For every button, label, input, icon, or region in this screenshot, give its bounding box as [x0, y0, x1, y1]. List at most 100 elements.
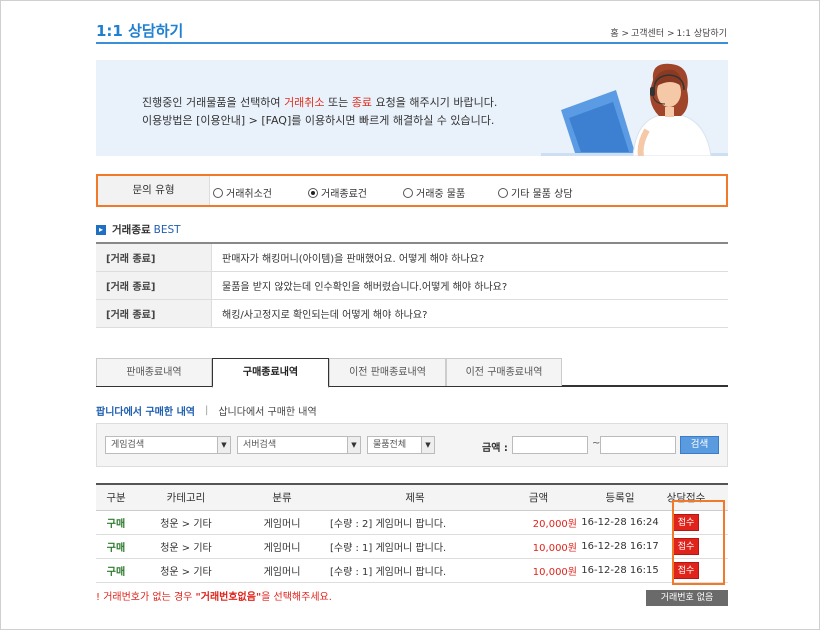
filter-panel: 게임검색 ▼ 서버검색 ▼ 물품전체 ▼ 금액 : ~ 검색 — [96, 423, 728, 467]
inquiry-type-label: 문의 유형 — [98, 176, 210, 205]
header-type: 구분 — [106, 492, 126, 504]
radio-label-other: 기타 물품 상담 — [511, 189, 573, 200]
history-tabs: 판매종료내역 구매종료내역 이전 판매종료내역 이전 구매종료내역 — [96, 358, 728, 388]
faq-row[interactable]: [거래 종료] 물품을 받지 않았는데 인수확인을 해버렸습니다.어떻게 해야 … — [96, 272, 728, 300]
row-amount: 10,000원 — [532, 567, 577, 578]
row-kind: 게임머니 — [263, 567, 301, 578]
subtab-separator: | — [204, 405, 209, 416]
chevron-down-icon[interactable]: ▼ — [347, 437, 360, 453]
inquiry-type-box: 문의 유형 거래취소건 거래종료건 거래중 물품 기타 물품 상담 — [96, 174, 728, 207]
radio-option-other[interactable]: 기타 물품 상담 — [498, 185, 573, 200]
notice-text: ! 거래번호가 없는 경우 "거래번호없음"을 선택해주세요. — [96, 588, 332, 603]
banner-text: 진행중인 거래물품을 선택하여 거래취소 또는 종료 요청을 해주시기 바랍니다… — [142, 94, 497, 130]
tab-purchase-complete[interactable]: 구매종료내역 — [212, 358, 329, 388]
faq-row[interactable]: [거래 종료] 해킹/사고정지로 확인되는데 어떻게 해야 하나요? — [96, 300, 728, 328]
breadcrumb-current: 1:1 상담하기 — [676, 29, 727, 39]
faq-question-link[interactable]: 물품을 받지 않았는데 인수확인을 해버렸습니다.어떻게 해야 하나요? — [212, 278, 507, 293]
radio-label-complete: 거래종료건 — [321, 189, 367, 200]
notice-post: 을 선택해주세요. — [261, 592, 332, 603]
row-type: 구매 — [106, 567, 126, 578]
header-date: 등록일 — [605, 492, 635, 504]
radio-circle-icon[interactable] — [213, 187, 223, 198]
row-amount: 10,000원 — [532, 543, 577, 554]
price-max-input[interactable] — [600, 436, 676, 454]
faq-category: [거래 종료] — [96, 272, 212, 299]
faq-question-link[interactable]: 해킹/사고정지로 확인되는데 어떻게 해야 하나요? — [212, 306, 427, 321]
radio-selected-icon[interactable] — [308, 187, 318, 198]
banner-line1-pre: 진행중인 거래물품을 선택하여 — [142, 96, 285, 109]
breadcrumb: 홈 > 고객센터 > 1:1 상담하기 — [610, 26, 727, 39]
faq-category: [거래 종료] — [96, 300, 212, 327]
notice-pre: ! 거래번호가 없는 경우 — [96, 592, 196, 603]
row-type: 구매 — [106, 519, 126, 530]
chevron-down-icon[interactable]: ▼ — [217, 437, 230, 453]
notice-bold: "거래번호없음" — [195, 592, 262, 603]
table-row: 구매 청운 > 기타 게임머니 [수량 : 2] 게임머니 팝니다. 20,00… — [96, 511, 728, 535]
radio-option-complete[interactable]: 거래종료건 — [308, 185, 367, 200]
row-type: 구매 — [106, 543, 126, 554]
row-title: [수량 : 1] 게임머니 팝니다. — [330, 567, 447, 578]
row-title: [수량 : 2] 게임머니 팝니다. — [330, 519, 447, 530]
item-select-value: 물품전체 — [373, 440, 407, 450]
info-banner: 진행중인 거래물품을 선택하여 거래취소 또는 종료 요청을 해주시기 바랍니다… — [96, 60, 728, 156]
arrow-right-icon: ▸ — [96, 224, 106, 235]
banner-cancel-text: 거래취소 — [284, 96, 325, 109]
server-select-value: 서버검색 — [243, 440, 277, 450]
header-title: 제목 — [405, 492, 425, 504]
server-select[interactable]: 서버검색 ▼ — [237, 436, 361, 454]
row-amount: 20,000원 — [532, 519, 577, 530]
subtab-bar: 팝니다에서 구매한 내역 | 삽니다에서 구매한 내역 — [96, 403, 317, 418]
table-row: 구매 청운 > 기타 게임머니 [수량 : 1] 게임머니 팝니다. 10,00… — [96, 535, 728, 559]
radio-label-cancel: 거래취소건 — [226, 189, 272, 200]
subtab-buy-purchases[interactable]: 삽니다에서 구매한 내역 — [218, 403, 316, 418]
tab-prev-purchase-complete[interactable]: 이전 구매종료내역 — [446, 358, 562, 386]
item-select[interactable]: 물품전체 ▼ — [367, 436, 435, 454]
banner-line1-post: 요청을 해주시기 바랍니다. — [372, 96, 498, 109]
radio-circle-icon[interactable] — [498, 187, 508, 198]
best-title: 거래종료 — [112, 224, 151, 236]
price-label: 금액 : — [482, 443, 508, 454]
row-date: 16-12-28 16:24 — [581, 517, 659, 528]
tab-prev-sale-complete[interactable]: 이전 판매종료내역 — [329, 358, 446, 386]
price-min-input[interactable] — [512, 436, 588, 454]
row-kind: 게임머니 — [263, 519, 301, 530]
table-header: 구분 카테고리 분류 제목 금액 등록일 상담접수 — [96, 485, 728, 511]
faq-row[interactable]: [거래 종료] 판매자가 해킹머니(아이템)을 판매했어요. 어떻게 해야 하나… — [96, 244, 728, 272]
row-category: 청운 > 기타 — [160, 543, 212, 554]
tab-sale-complete[interactable]: 판매종료내역 — [96, 358, 212, 386]
breadcrumb-support[interactable]: 고객센터 > — [631, 26, 675, 39]
action-column-highlight — [672, 500, 725, 585]
faq-category: [거래 종료] — [96, 244, 212, 271]
row-category: 청운 > 기타 — [160, 567, 212, 578]
search-button[interactable]: 검색 — [680, 436, 719, 454]
row-date: 16-12-28 16:15 — [581, 565, 659, 576]
page-title: 1:1 상담하기 — [96, 22, 184, 40]
banner-line2: 이용방법은 [이용안내] > [FAQ]를 이용하시면 빠르게 해결하실 수 있… — [142, 114, 495, 127]
row-title: [수량 : 1] 게임머니 팝니다. — [330, 543, 447, 554]
header-amount: 금액 — [528, 492, 549, 504]
row-date: 16-12-28 16:17 — [581, 541, 659, 552]
consultant-illustration — [541, 63, 728, 156]
header-category: 카테고리 — [166, 492, 206, 504]
game-select-value: 게임검색 — [111, 440, 145, 450]
game-select[interactable]: 게임검색 ▼ — [105, 436, 231, 454]
chevron-down-icon[interactable]: ▼ — [421, 437, 434, 453]
best-faq-list: [거래 종료] 판매자가 해킹머니(아이템)을 판매했어요. 어떻게 해야 하나… — [96, 242, 728, 328]
banner-end-text: 종료 — [351, 96, 373, 109]
best-section-header: ▸ 거래종료 BEST — [96, 222, 181, 237]
no-deal-number-button[interactable]: 거래번호 없음 — [646, 590, 728, 606]
table-row: 구매 청운 > 기타 게임머니 [수량 : 1] 게임머니 팝니다. 10,00… — [96, 559, 728, 583]
breadcrumb-home[interactable]: 홈 > — [610, 26, 629, 39]
radio-label-in-progress: 거래중 물품 — [416, 189, 466, 200]
radio-option-in-progress[interactable]: 거래중 물품 — [403, 185, 465, 200]
radio-circle-icon[interactable] — [403, 187, 413, 198]
subtab-sell-purchases[interactable]: 팝니다에서 구매한 내역 — [96, 403, 195, 418]
best-accent: BEST — [153, 224, 181, 236]
title-divider — [96, 42, 728, 44]
radio-option-cancel[interactable]: 거래취소건 — [213, 185, 272, 200]
banner-line1-mid: 또는 — [324, 96, 352, 109]
faq-question-link[interactable]: 판매자가 해킹머니(아이템)을 판매했어요. 어떻게 해야 하나요? — [212, 250, 484, 265]
row-category: 청운 > 기타 — [160, 519, 212, 530]
results-table: 구분 카테고리 분류 제목 금액 등록일 상담접수 구매 청운 > 기타 게임머… — [96, 483, 728, 583]
header-kind: 분류 — [272, 492, 292, 504]
